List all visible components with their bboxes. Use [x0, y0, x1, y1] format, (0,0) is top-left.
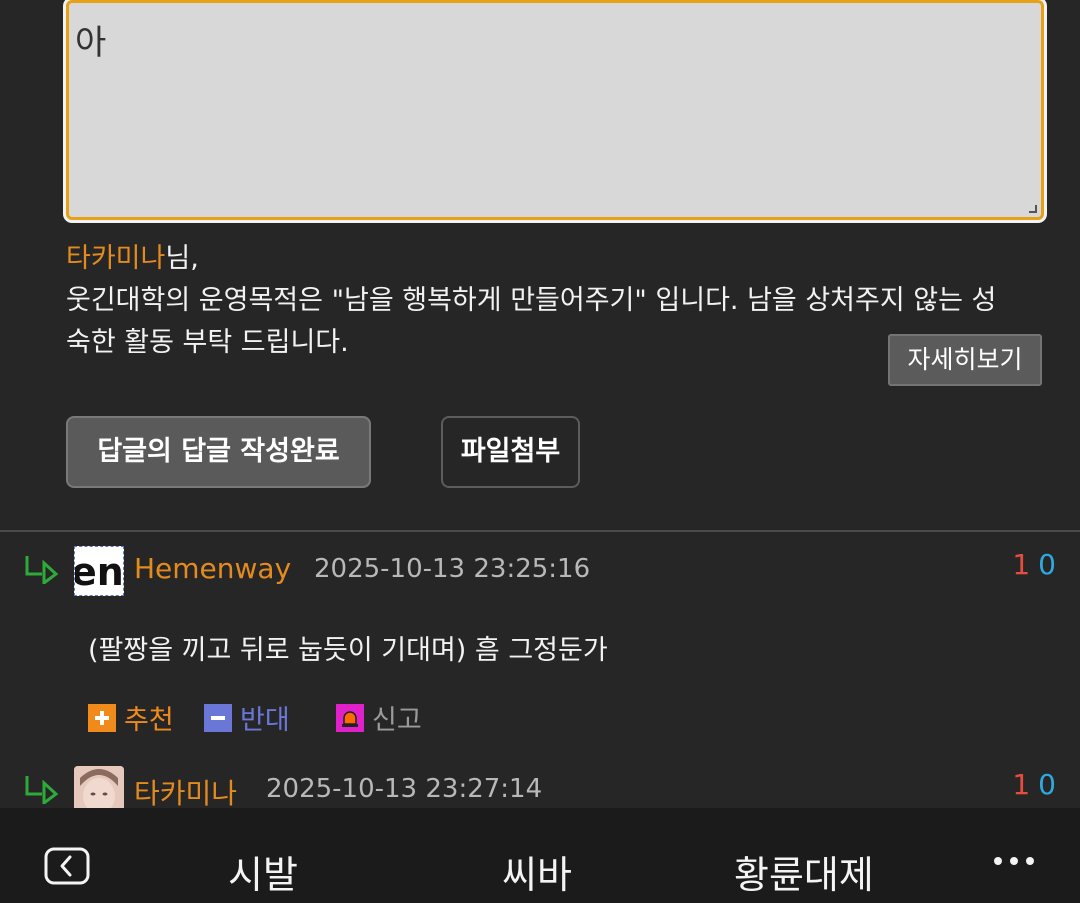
page: 아 타카미나님, 웃긴대학의 운영목적은 "남을 행복하게 만들어주기" 입니다… [0, 0, 1080, 903]
comment-body: (팔짱을 끼고 뒤로 눕듯이 기대며) 흠 그정둔가 [88, 635, 608, 666]
back-icon[interactable] [44, 847, 90, 885]
notice-greeting: 타카미나님, [66, 238, 1066, 280]
avatar[interactable]: en [74, 546, 124, 596]
reply-arrow-icon [25, 556, 59, 584]
siren-icon [336, 704, 364, 732]
comment-datetime: 2025-10-13 23:27:14 [266, 774, 543, 804]
comment-header: en Hemenway 2025-10-13 23:25:16 10 [0, 540, 1080, 600]
reply-arrow-icon [25, 776, 59, 804]
avatar-text: en [75, 550, 123, 594]
avatar-image: en [75, 547, 123, 595]
nav-item-2[interactable]: 씨바 [502, 844, 572, 899]
attach-file-button[interactable]: 파일첨부 [441, 416, 580, 488]
submit-reply-button[interactable]: 답글의 답글 작성완료 [66, 416, 371, 488]
oppose-label: 반대 [240, 705, 290, 736]
bottom-nav-bar: 시발 씨바 황륜대제 [0, 808, 1080, 903]
upvote-count: 1 [1012, 768, 1031, 801]
upvote-count: 1 [1012, 548, 1031, 581]
downvote-count: 0 [1038, 548, 1056, 581]
comment-nickname[interactable]: Hemenway [134, 552, 291, 585]
recommend-label: 추천 [124, 705, 174, 736]
vote-counts: 10 [1012, 768, 1056, 801]
downvote-count: 0 [1038, 768, 1056, 801]
minus-icon [204, 704, 232, 732]
vote-counts: 10 [1012, 548, 1056, 581]
notice-suffix: 님, [165, 243, 199, 274]
nav-item-3[interactable]: 황륜대제 [734, 844, 874, 899]
more-icon[interactable] [992, 855, 1036, 867]
comment-datetime: 2025-10-13 23:25:16 [314, 554, 591, 584]
reply-textarea[interactable]: 아 [66, 0, 1044, 220]
nav-item-1[interactable]: 시발 [228, 844, 298, 899]
notice-username: 타카미나 [66, 243, 166, 274]
plus-icon [88, 704, 116, 732]
comment-nickname[interactable]: 타카미나 [134, 772, 237, 812]
report-label: 신고 [372, 705, 422, 736]
notice-line-1: 웃긴대학의 운영목적은 "남을 행복하게 만들어주기" 입니다. 남을 상처주지… [66, 285, 997, 316]
section-divider [0, 530, 1080, 532]
reply-textarea-value: 아 [75, 23, 107, 63]
detail-button[interactable]: 자세히보기 [888, 334, 1042, 386]
resize-grip-icon[interactable] [1029, 205, 1037, 213]
